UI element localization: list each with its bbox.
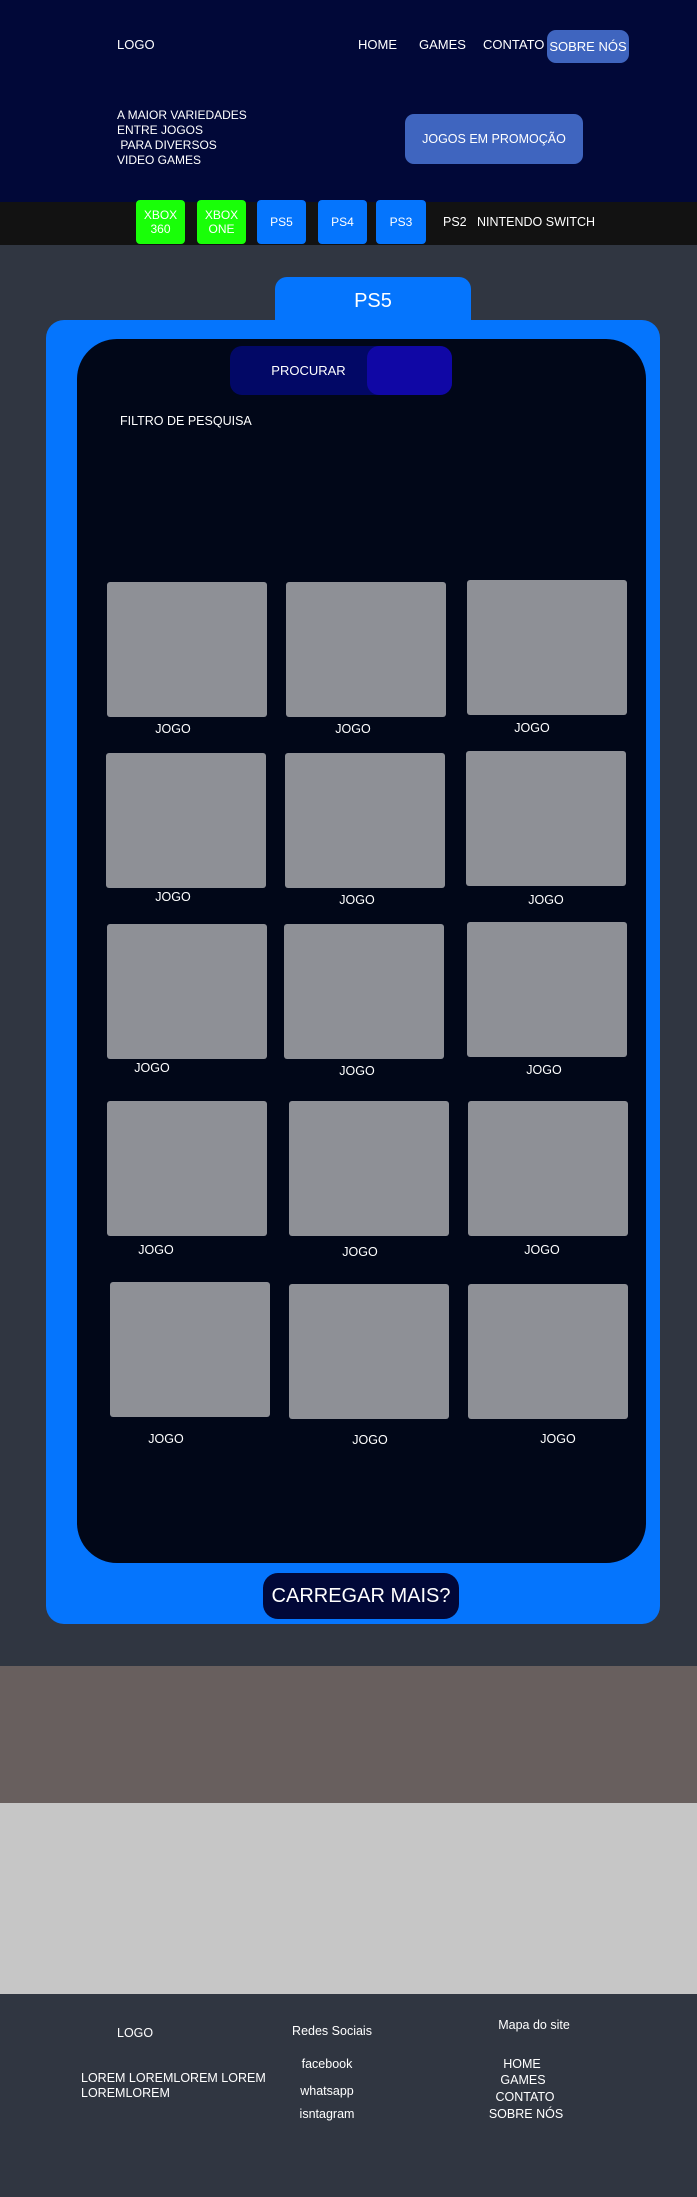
header-tagline: A MAIOR VARIEDADES ENTRE JOGOS PARA DIVE… — [117, 108, 247, 167]
game-card[interactable] — [107, 582, 267, 717]
game-card[interactable] — [468, 1101, 628, 1236]
footer-sitemap-games-link[interactable]: GAMES — [463, 2073, 583, 2087]
game-card-label: JOGO — [526, 1063, 562, 1077]
nav-games[interactable]: GAMES — [419, 37, 466, 52]
footer-text: LOREM LOREMLOREM LOREM LOREMLOREM — [81, 2071, 266, 2100]
game-card-label: JOGO — [528, 893, 564, 907]
game-card-label: JOGO — [138, 1243, 174, 1257]
footer-logo[interactable]: LOGO — [117, 2026, 153, 2040]
game-card-label: JOGO — [342, 1245, 378, 1259]
game-card[interactable] — [466, 751, 626, 886]
console-ps4-button[interactable]: PS4 — [318, 200, 367, 244]
game-card[interactable] — [286, 582, 446, 717]
game-card[interactable] — [468, 1284, 628, 1419]
game-card[interactable] — [467, 922, 627, 1057]
game-card[interactable] — [285, 753, 445, 888]
footer-social-title: Redes Sociais — [292, 2024, 372, 2038]
footer-facebook-link[interactable]: facebook — [267, 2057, 387, 2071]
game-card[interactable] — [106, 753, 266, 888]
game-card[interactable] — [107, 924, 267, 1059]
game-card[interactable] — [289, 1101, 449, 1236]
nav-contato[interactable]: CONTATO — [483, 37, 544, 52]
game-card[interactable] — [467, 580, 627, 715]
banner-section — [0, 1666, 697, 1803]
panel-tab-title: PS5 — [275, 277, 471, 325]
game-card-label: JOGO — [134, 1061, 170, 1075]
console-xbox-one-button[interactable]: XBOX ONE — [197, 200, 246, 244]
footer-sitemap-home-link[interactable]: HOME — [462, 2057, 582, 2071]
search-button[interactable] — [367, 346, 452, 395]
nav-sobre-nos-button[interactable]: SOBRE NÓS — [547, 30, 629, 63]
game-card-label: JOGO — [335, 722, 371, 736]
console-ps3-button[interactable]: PS3 — [376, 200, 426, 244]
console-ps2-link[interactable]: PS2 — [443, 215, 467, 229]
game-card-label: JOGO — [155, 722, 191, 736]
game-card-label: JOGO — [514, 721, 550, 735]
game-card[interactable] — [107, 1101, 267, 1236]
load-more-button[interactable]: CARREGAR MAIS? — [263, 1573, 459, 1619]
game-card-label: JOGO — [155, 890, 191, 904]
game-card-label: JOGO — [148, 1432, 184, 1446]
footer-sitemap-sobre-link[interactable]: SOBRE NÓS — [466, 2107, 586, 2121]
footer-whatsapp-link[interactable]: whatsapp — [267, 2084, 387, 2098]
footer-sitemap-contato-link[interactable]: CONTATO — [465, 2090, 585, 2104]
console-nintendo-switch-link[interactable]: NINTENDO SWITCH — [477, 215, 595, 229]
promo-button[interactable]: JOGOS EM PROMOÇÃO — [405, 114, 583, 164]
footer-sitemap-title: Mapa do site — [498, 2018, 570, 2032]
content-section — [0, 1803, 697, 1994]
search-label[interactable]: PROCURAR — [230, 346, 387, 395]
game-card-label: JOGO — [339, 893, 375, 907]
game-card[interactable] — [110, 1282, 270, 1417]
footer-instagram-link[interactable]: isntagram — [267, 2107, 387, 2121]
console-xbox-360-button[interactable]: XBOX 360 — [136, 200, 185, 244]
game-card-label: JOGO — [339, 1064, 375, 1078]
game-card[interactable] — [284, 924, 444, 1059]
game-card-label: JOGO — [540, 1432, 576, 1446]
nav-home[interactable]: HOME — [358, 37, 397, 52]
filter-label[interactable]: FILTRO DE PESQUISA — [120, 414, 252, 428]
game-card-label: JOGO — [524, 1243, 560, 1257]
game-card-label: JOGO — [352, 1433, 388, 1447]
game-card[interactable] — [289, 1284, 449, 1419]
header-logo[interactable]: LOGO — [117, 37, 155, 52]
console-ps5-button[interactable]: PS5 — [257, 200, 306, 244]
